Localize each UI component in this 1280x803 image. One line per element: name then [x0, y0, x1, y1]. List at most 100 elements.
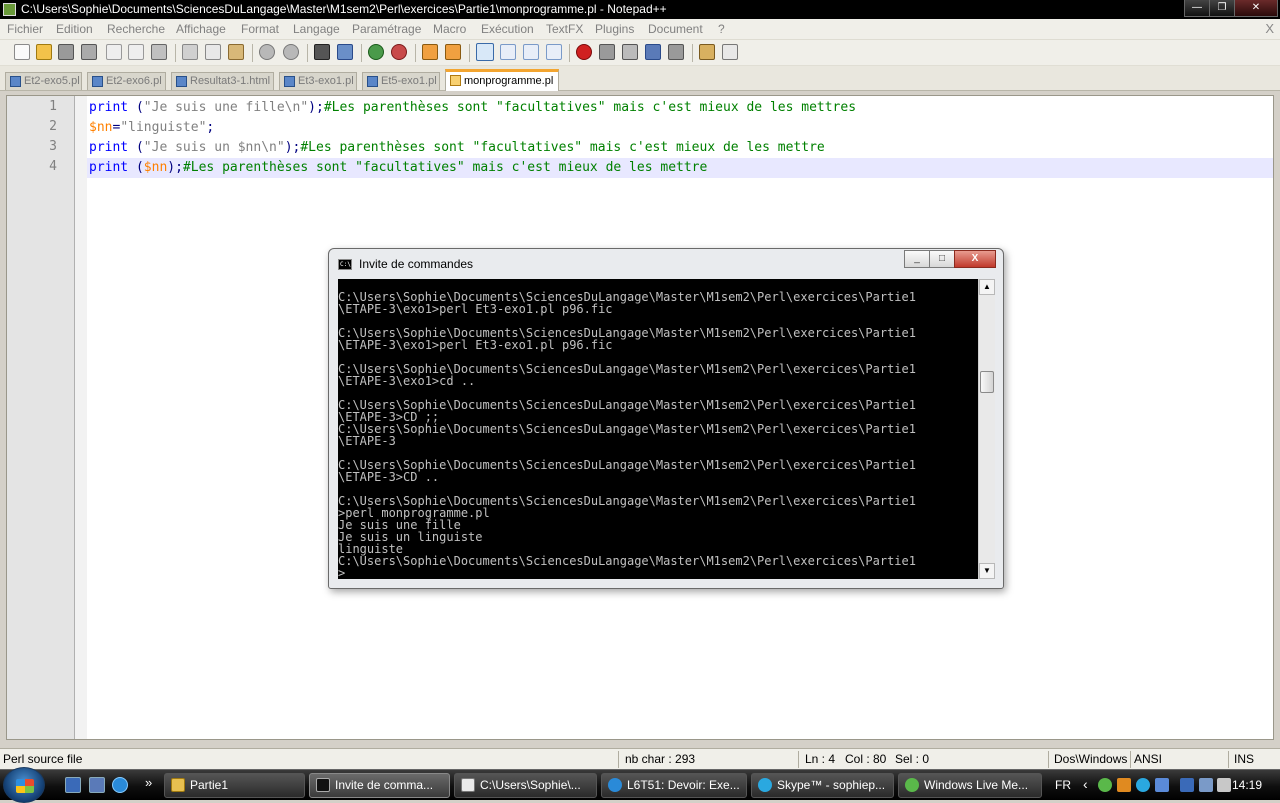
- macro-record-icon[interactable]: [576, 44, 592, 60]
- taskbar-item-cmd[interactable]: Invite de comma...: [309, 773, 450, 798]
- macro-run-multiple-icon[interactable]: [645, 44, 661, 60]
- skype-tray-icon[interactable]: [1136, 778, 1150, 792]
- replace-icon[interactable]: [337, 44, 353, 60]
- command-prompt-window[interactable]: C:\ Invite de commandes _ □ X C:\Users\S…: [328, 248, 1004, 589]
- macro-stop-icon[interactable]: [599, 44, 615, 60]
- cut-icon[interactable]: [182, 44, 198, 60]
- menu-execution[interactable]: Exécution: [481, 22, 534, 36]
- tab-resultat3-1[interactable]: Resultat3-1.html: [171, 72, 274, 90]
- word-wrap-icon[interactable]: [476, 43, 494, 61]
- macro-play-icon[interactable]: [622, 44, 638, 60]
- minimize-button[interactable]: —: [1184, 0, 1210, 17]
- indent-guide-icon[interactable]: [523, 44, 539, 60]
- code-token-op: (: [128, 160, 144, 175]
- start-button[interactable]: [3, 767, 45, 803]
- menu-affichage[interactable]: Affichage: [176, 22, 226, 36]
- status-separator: [1048, 751, 1049, 768]
- cmd-minimize-button[interactable]: _: [904, 250, 930, 268]
- language-indicator[interactable]: FR: [1055, 770, 1071, 801]
- menu-textfx[interactable]: TextFX: [546, 22, 583, 36]
- save-icon[interactable]: [58, 44, 74, 60]
- device-tray-icon[interactable]: [1199, 778, 1213, 792]
- code-token-com: #Les parenthèses sont "facultatives" mai…: [323, 100, 857, 115]
- code-line-current[interactable]: print ($nn);#Les parenthèses sont "facul…: [87, 158, 1273, 178]
- find-icon[interactable]: [314, 44, 330, 60]
- paste-icon[interactable]: [228, 44, 244, 60]
- spell-check-icon[interactable]: [699, 44, 715, 60]
- tab-et2-exo6[interactable]: Et2-exo6.pl: [87, 72, 166, 90]
- undo-icon[interactable]: [259, 44, 275, 60]
- menu-help[interactable]: ?: [718, 22, 725, 36]
- toolbar-separator: [415, 44, 416, 62]
- scroll-thumb[interactable]: [980, 371, 994, 393]
- toolbar-separator: [361, 44, 362, 62]
- scroll-up-arrow[interactable]: ▲: [979, 279, 995, 295]
- tab-monprogramme[interactable]: monprogramme.pl: [445, 69, 559, 91]
- cmd-close-button[interactable]: X: [954, 250, 996, 268]
- zoom-out-icon[interactable]: [391, 44, 407, 60]
- print-icon[interactable]: [151, 44, 167, 60]
- messenger-tray-icon[interactable]: [1098, 778, 1112, 792]
- menu-macro[interactable]: Macro: [433, 22, 466, 36]
- status-insert-mode: INS: [1234, 752, 1255, 766]
- taskbar-item-notepad[interactable]: C:\Users\Sophie\...: [454, 773, 597, 798]
- code-line[interactable]: $nn="linguiste";: [87, 118, 1273, 138]
- maximize-button[interactable]: ❐: [1209, 0, 1235, 17]
- menu-edition[interactable]: Edition: [56, 22, 93, 36]
- menu-document[interactable]: Document: [648, 22, 703, 36]
- macro-save-icon[interactable]: [668, 44, 684, 60]
- copy-icon[interactable]: [205, 44, 221, 60]
- console-line: >_: [338, 566, 353, 579]
- console-output[interactable]: C:\Users\Sophie\Documents\SciencesDuLang…: [338, 279, 978, 579]
- show-hidden-icons-button[interactable]: ‹: [1083, 776, 1088, 792]
- show-all-chars-icon[interactable]: [500, 44, 516, 60]
- taskbar: » Partie1 Invite de comma... C:\Users\So…: [0, 767, 1280, 803]
- menu-parametrage[interactable]: Paramétrage: [352, 22, 421, 36]
- taskbar-item-skype[interactable]: Skype™ - sophiep...: [751, 773, 894, 798]
- tab-et5-exo1[interactable]: Et5-exo1.pl: [362, 72, 440, 90]
- close-document-button[interactable]: X: [1265, 21, 1274, 36]
- sync-horizontal-icon[interactable]: [445, 44, 461, 60]
- open-file-icon[interactable]: [36, 44, 52, 60]
- launch-icon[interactable]: [722, 44, 738, 60]
- zoom-in-icon[interactable]: [368, 44, 384, 60]
- tab-label: Resultat3-1.html: [190, 75, 271, 87]
- clock[interactable]: 14:19: [1232, 770, 1262, 801]
- quick-launch-more[interactable]: »: [145, 775, 152, 790]
- console-scrollbar[interactable]: ▲ ▼: [978, 279, 995, 579]
- code-line[interactable]: print ("Je suis un $nn\n");#Les parenthè…: [87, 138, 1273, 158]
- cmd-maximize-button[interactable]: □: [929, 250, 955, 268]
- close-button[interactable]: ✕: [1234, 0, 1278, 17]
- close-all-icon[interactable]: [128, 44, 144, 60]
- tab-et2-exo5[interactable]: Et2-exo5.pl: [5, 72, 82, 90]
- close-icon[interactable]: [106, 44, 122, 60]
- taskbar-item-partie1[interactable]: Partie1: [164, 773, 305, 798]
- network-tray-icon[interactable]: [1155, 778, 1169, 792]
- menu-plugins[interactable]: Plugins: [595, 22, 634, 36]
- security-tray-icon[interactable]: [1117, 778, 1131, 792]
- taskbar-item-label: L6T51: Devoir: Exe...: [627, 778, 740, 792]
- code-line[interactable]: print ("Je suis une fille\n");#Les paren…: [87, 98, 1273, 118]
- taskbar-item-ie[interactable]: L6T51: Devoir: Exe...: [601, 773, 747, 798]
- code-token-op: ;: [206, 120, 215, 135]
- sync-vertical-icon[interactable]: [422, 44, 438, 60]
- redo-icon[interactable]: [283, 44, 299, 60]
- menu-format[interactable]: Format: [241, 22, 279, 36]
- tab-et3-exo1[interactable]: Et3-exo1.pl: [279, 72, 357, 90]
- menu-fichier[interactable]: Fichier: [7, 22, 43, 36]
- menu-recherche[interactable]: Recherche: [107, 22, 165, 36]
- new-file-icon[interactable]: [14, 44, 30, 60]
- scroll-down-arrow[interactable]: ▼: [979, 563, 995, 579]
- tab-label: Et5-exo1.pl: [381, 75, 437, 87]
- bluetooth-tray-icon[interactable]: [1180, 778, 1194, 792]
- volume-tray-icon[interactable]: [1217, 778, 1231, 792]
- show-desktop-icon[interactable]: [65, 777, 81, 793]
- switch-windows-icon[interactable]: [89, 777, 105, 793]
- taskbar-item-messenger[interactable]: Windows Live Me...: [898, 773, 1042, 798]
- internet-explorer-icon[interactable]: [112, 777, 128, 793]
- menu-langage[interactable]: Langage: [293, 22, 340, 36]
- document-icon: [367, 76, 378, 87]
- code-token-str: "linguiste": [120, 120, 207, 135]
- user-lang-icon[interactable]: [546, 44, 562, 60]
- save-all-icon[interactable]: [81, 44, 97, 60]
